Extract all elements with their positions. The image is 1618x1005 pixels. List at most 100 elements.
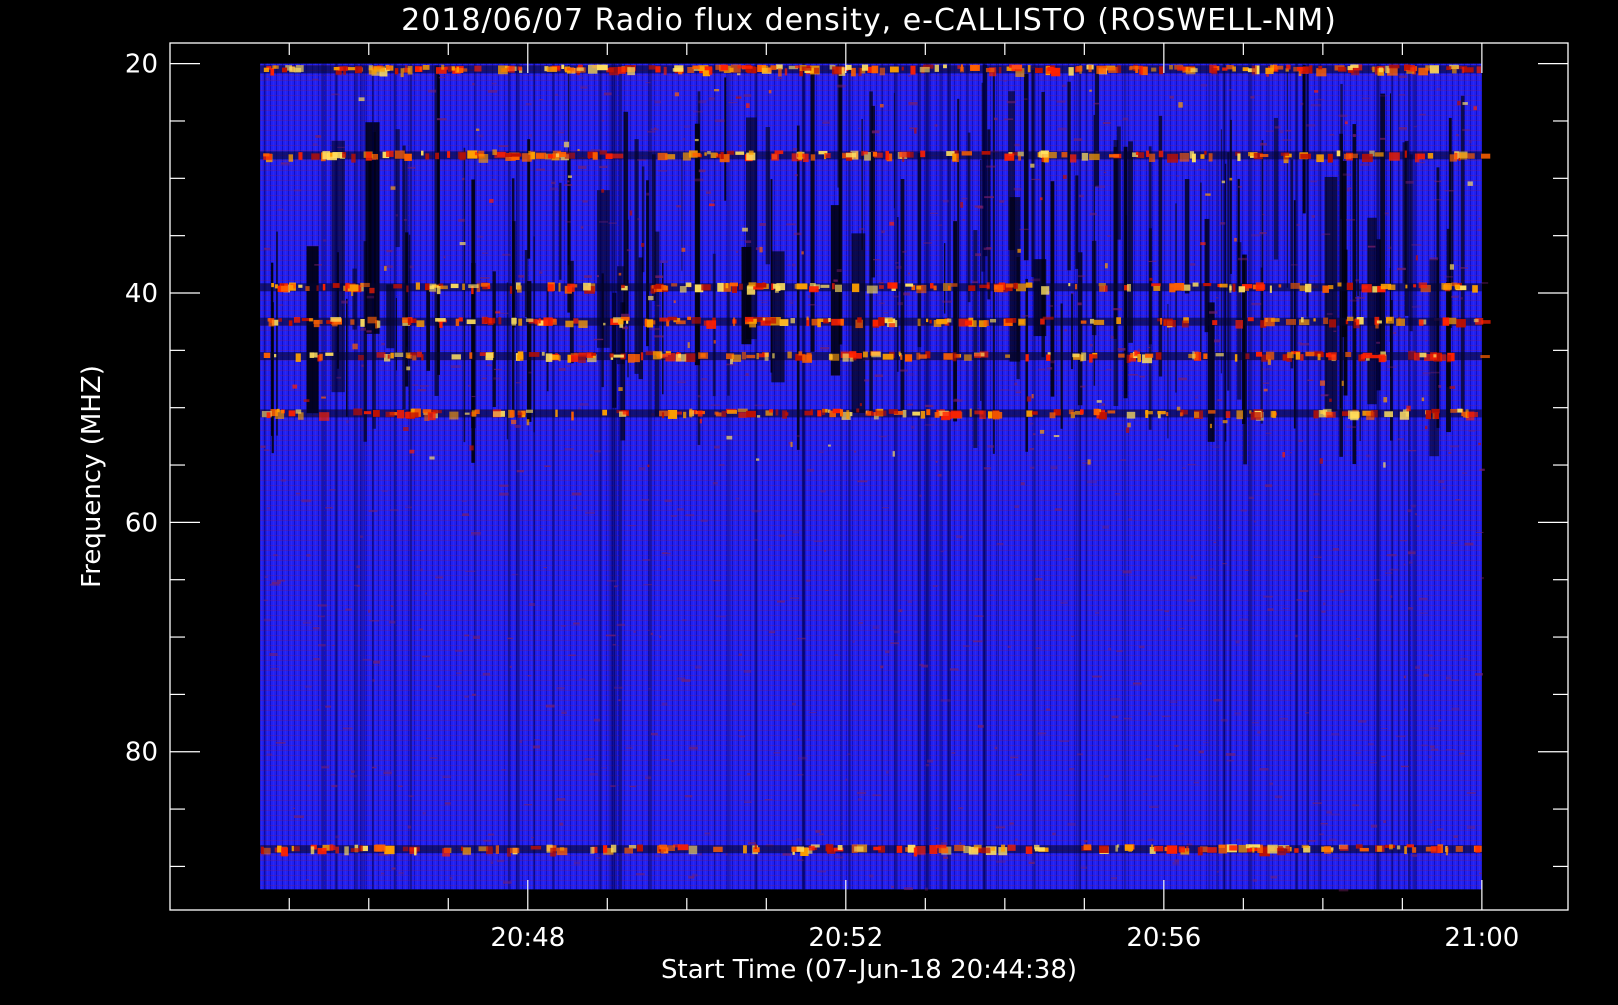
emission-blip bbox=[1475, 845, 1481, 853]
speckle bbox=[1050, 466, 1058, 470]
emission-blip bbox=[1324, 845, 1331, 854]
speckle bbox=[1333, 330, 1337, 332]
speckle bbox=[857, 480, 868, 483]
emission-blip bbox=[1457, 408, 1463, 413]
emission-blip bbox=[1099, 285, 1106, 292]
emission-blip bbox=[824, 152, 831, 159]
speckle bbox=[764, 799, 773, 801]
dark-streak bbox=[1067, 81, 1071, 271]
emission-blip bbox=[1013, 282, 1018, 289]
speckle bbox=[1269, 782, 1273, 785]
speckle bbox=[1174, 744, 1179, 748]
speckle bbox=[1458, 752, 1465, 755]
speckle bbox=[337, 146, 345, 149]
speckle bbox=[1029, 422, 1034, 425]
speckle bbox=[1263, 596, 1273, 598]
faint-streak bbox=[966, 63, 969, 890]
emission-blip bbox=[1285, 319, 1296, 325]
emission-blip bbox=[447, 66, 452, 72]
speckle bbox=[426, 737, 432, 740]
speckle bbox=[315, 134, 322, 138]
speckle bbox=[1408, 449, 1417, 452]
emission-dot bbox=[1314, 90, 1319, 93]
speckle bbox=[1198, 750, 1204, 754]
emission-blip bbox=[530, 845, 542, 850]
emission-blip bbox=[743, 845, 747, 854]
emission-blip bbox=[1167, 153, 1179, 163]
emission-blip bbox=[1232, 66, 1236, 72]
speckle bbox=[356, 584, 361, 587]
speckle bbox=[427, 89, 437, 93]
speckle bbox=[898, 609, 903, 613]
speckle bbox=[486, 364, 493, 367]
emission-blip bbox=[756, 352, 759, 360]
faint-streak bbox=[354, 63, 358, 890]
speckle bbox=[1408, 561, 1413, 564]
emission-dot bbox=[1424, 426, 1428, 430]
emission-dot bbox=[1221, 180, 1226, 184]
emission-blip bbox=[272, 65, 279, 69]
speckle bbox=[371, 766, 377, 769]
dark-streak bbox=[1242, 254, 1246, 424]
emission-blip bbox=[363, 411, 372, 415]
emission-blip bbox=[1157, 410, 1166, 415]
emission-blip bbox=[1237, 153, 1241, 162]
speckle bbox=[1408, 606, 1413, 610]
emission-blip bbox=[1278, 284, 1282, 288]
speckle bbox=[471, 693, 477, 696]
speckle bbox=[738, 145, 742, 147]
faint-streak bbox=[802, 63, 806, 890]
emission-blip bbox=[1011, 64, 1023, 72]
speckle bbox=[1326, 811, 1332, 814]
emission-blip bbox=[451, 354, 461, 360]
dark-streak bbox=[492, 271, 496, 408]
emission-blip bbox=[1192, 351, 1195, 360]
emission-blip bbox=[394, 352, 404, 358]
speckle bbox=[561, 711, 567, 715]
speckle bbox=[796, 838, 802, 841]
speckle bbox=[899, 369, 908, 372]
speckle bbox=[608, 222, 617, 224]
speckle bbox=[871, 130, 880, 134]
emission-blip bbox=[920, 410, 926, 419]
emission-blip bbox=[1396, 845, 1401, 850]
speckle bbox=[1289, 452, 1293, 454]
emission-blip bbox=[887, 282, 898, 289]
speckle bbox=[925, 404, 934, 408]
speckle bbox=[753, 539, 759, 541]
speckle bbox=[325, 506, 333, 509]
emission-dot bbox=[756, 415, 761, 418]
emission-dot bbox=[641, 243, 645, 247]
speckle bbox=[937, 224, 943, 227]
speckle bbox=[806, 579, 811, 582]
emission-blip bbox=[1350, 411, 1359, 421]
faint-streak bbox=[848, 63, 851, 890]
speckle bbox=[1451, 707, 1460, 711]
speckle bbox=[728, 101, 738, 104]
emission-blip bbox=[832, 66, 842, 75]
speckle bbox=[1240, 509, 1247, 512]
faint-streak bbox=[1223, 63, 1227, 890]
speckle bbox=[1014, 143, 1020, 147]
speckle bbox=[1349, 299, 1360, 302]
emission-blip bbox=[1445, 847, 1449, 856]
emission-blip bbox=[1188, 353, 1197, 359]
emission-blip bbox=[376, 352, 386, 358]
emission-dot bbox=[677, 411, 682, 415]
speckle bbox=[677, 381, 686, 384]
speckle bbox=[902, 251, 907, 253]
emission-blip bbox=[1339, 845, 1349, 851]
emission-blip bbox=[731, 354, 742, 362]
speckle bbox=[1169, 701, 1178, 703]
emission-dot bbox=[987, 68, 991, 71]
emission-blip bbox=[406, 285, 409, 293]
speckle bbox=[858, 228, 865, 230]
speckle bbox=[1003, 118, 1014, 120]
emission-dot bbox=[352, 343, 358, 350]
emission-blip bbox=[1081, 152, 1089, 161]
emission-blip bbox=[918, 354, 927, 359]
speckle bbox=[449, 876, 453, 880]
emission-blip bbox=[541, 351, 545, 356]
speckle bbox=[271, 581, 281, 585]
emission-blip bbox=[912, 411, 920, 416]
